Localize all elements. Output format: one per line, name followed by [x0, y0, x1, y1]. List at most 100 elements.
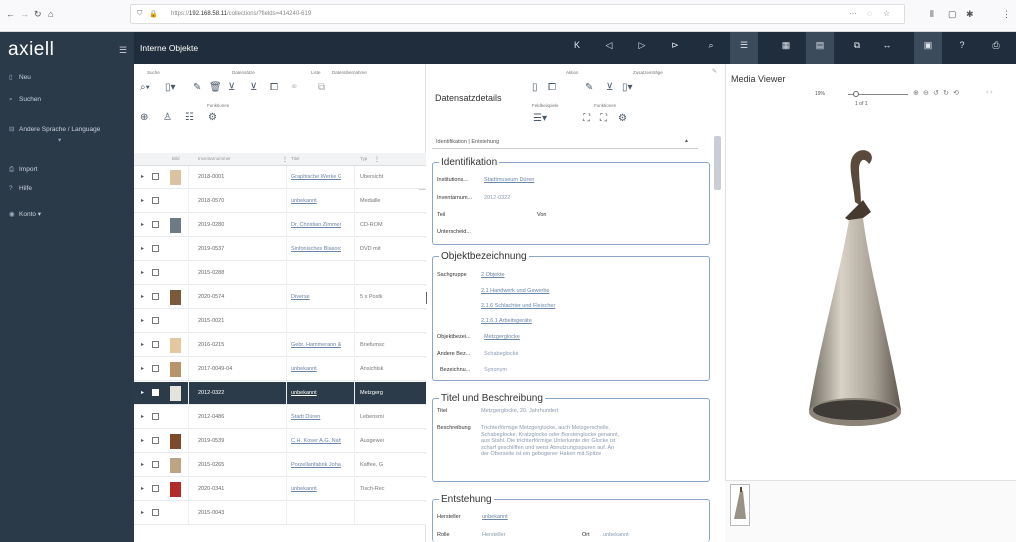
search-dropdown-icon[interactable]: ⌕▾	[140, 82, 150, 93]
row-thumbnail[interactable]	[170, 170, 181, 185]
previous-record-icon[interactable]: ◁	[598, 40, 620, 51]
library-icon[interactable]: ⫴	[930, 9, 934, 20]
search-icon[interactable]: ⌕	[700, 40, 722, 51]
table-row[interactable]: ▸ 2017-0049-04 unbekannt Ansichtsk	[134, 358, 426, 381]
table-row[interactable]: ▸ 2018-0570 unbekannt Medaille	[134, 190, 426, 213]
sidebar-item-import[interactable]: ⎙ Import	[9, 166, 37, 174]
row-title-link[interactable]: unbekannt	[291, 486, 341, 492]
row-title-link[interactable]: unbekannt	[291, 366, 341, 372]
manufacturer-value[interactable]: unbekannt	[482, 514, 508, 520]
role-value[interactable]: Hersteller	[482, 532, 506, 538]
detail-view-icon[interactable]: ▤	[806, 32, 834, 64]
hierarchy-icon[interactable]: ⧉	[318, 82, 325, 93]
sidebar-toggle-icon[interactable]: ▢	[948, 9, 957, 20]
functions-icon[interactable]: ⚙	[208, 112, 217, 123]
subject-group-value-2[interactable]: 2.1 Handwerk und Gewerbe	[481, 288, 549, 294]
expand-row-icon[interactable]: ▸	[141, 461, 144, 468]
row-thumbnail[interactable]	[170, 458, 181, 473]
table-row[interactable]: ▸ 2015-0288	[134, 262, 426, 285]
zoom-slider-handle[interactable]	[853, 91, 859, 97]
grid-view-icon[interactable]: ▦	[775, 40, 797, 51]
expand-row-icon[interactable]: ▸	[141, 317, 144, 324]
expand-row-icon[interactable]: ▸	[141, 437, 144, 444]
reset-icon[interactable]: ⟲	[953, 89, 959, 97]
hierarchy-icon[interactable]: ⧉	[846, 40, 868, 51]
row-title-link[interactable]: Graphische Werke G. Kü	[291, 174, 341, 180]
expand-row-icon[interactable]: ▸	[141, 269, 144, 276]
table-row[interactable]: ▸ 2012-0486 Stadt Düren Lebensmi	[134, 406, 426, 429]
row-checkbox[interactable]	[152, 389, 159, 396]
metzgerglocke-image[interactable]	[805, 148, 905, 448]
sidebar-item-search[interactable]: ⌕ Suchen	[9, 96, 41, 104]
row-thumbnail[interactable]	[170, 482, 181, 497]
zoom-out-icon[interactable]: ⊖	[923, 89, 929, 97]
menu-icon[interactable]: ⋮	[1002, 9, 1011, 20]
field-list-icon[interactable]: ☰▾	[533, 113, 547, 124]
expand-row-icon[interactable]: ▸	[141, 221, 144, 228]
collapse-fields-icon[interactable]: ⛶	[600, 113, 607, 124]
row-thumbnail[interactable]	[170, 386, 181, 401]
back-icon[interactable]: ←	[6, 9, 15, 19]
list-settings-icon[interactable]: ☷	[185, 112, 194, 123]
row-checkbox[interactable]	[152, 365, 159, 372]
new-dropdown-icon[interactable]: ▯▾	[622, 82, 633, 93]
row-checkbox[interactable]	[152, 461, 159, 468]
row-thumbnail[interactable]	[170, 290, 181, 305]
row-checkbox[interactable]	[152, 293, 159, 300]
column-image[interactable]: Bild	[172, 156, 180, 161]
expand-row-icon[interactable]: ▸	[141, 173, 144, 180]
table-row[interactable]: ▸ 2020-0574 Diverse 5 x Postk	[134, 286, 426, 309]
subject-group-value-1[interactable]: 2 Objekte	[481, 272, 505, 278]
table-row[interactable]: ▸ 2016-0215 Gebr. Hammerann & Cie. Briefums…	[134, 334, 426, 357]
row-checkbox[interactable]	[152, 485, 159, 492]
row-checkbox[interactable]	[152, 173, 159, 180]
home-icon[interactable]: ⌂	[48, 9, 53, 19]
more-icon[interactable]: ‹ ›	[986, 89, 993, 96]
new-record-icon[interactable]: ▯▾	[165, 82, 176, 93]
table-row[interactable]: ▸ 2019-0280 Dr. Christian Zimmer, Fo CD-ROM	[134, 214, 426, 237]
edit-icon[interactable]: ✎	[585, 82, 593, 93]
table-row[interactable]: ▸ 2018-0001 Graphische Werke G. Kü Übersich…	[134, 166, 426, 189]
rotate-left-icon[interactable]: ↺	[933, 89, 939, 97]
column-type[interactable]: Typ	[360, 156, 367, 161]
expand-row-icon[interactable]: ▸	[141, 485, 144, 492]
functions-icon[interactable]: ⚙	[618, 113, 627, 124]
expand-row-icon[interactable]: ▸	[141, 509, 144, 516]
expand-row-icon[interactable]: ▸	[141, 341, 144, 348]
zoom-icon[interactable]: ⊕	[140, 112, 148, 123]
row-title-link[interactable]: Porzellanfabrik Johann W	[291, 462, 341, 468]
media-view-icon[interactable]: ▣	[914, 32, 942, 64]
zoom-in-icon[interactable]: ⊕	[913, 89, 919, 97]
column-options-icon[interactable]: ⋮	[374, 156, 380, 163]
row-title-link[interactable]: Diverse	[291, 294, 341, 300]
link-icon[interactable]: ⚭	[290, 82, 298, 93]
row-title-link[interactable]: unbekannt	[291, 390, 341, 396]
cart-add-icon[interactable]: ⊻	[228, 82, 235, 93]
reload-icon[interactable]: ↻	[34, 9, 42, 20]
group-icon[interactable]: ♙	[163, 112, 172, 123]
place-value[interactable]: unbekannt	[603, 532, 629, 538]
tab-selector[interactable]: Identifikation | Entstehung ▲	[432, 135, 698, 149]
institution-value[interactable]: Stadtmuseum Düren	[484, 177, 534, 183]
forward-icon[interactable]: →	[20, 9, 29, 19]
column-inventory-number[interactable]: Inventarnummer	[198, 156, 231, 161]
row-checkbox[interactable]	[152, 413, 159, 420]
expand-row-icon[interactable]: ▸	[141, 365, 144, 372]
name-type-value[interactable]: Synonym	[484, 367, 507, 373]
duplicate-icon[interactable]: ⧠	[548, 82, 556, 93]
bookmark-star-icon[interactable]: ☆	[883, 9, 890, 18]
edit-icon[interactable]: ✎	[193, 82, 201, 93]
row-checkbox[interactable]	[152, 197, 159, 204]
sidebar-item-new[interactable]: ▯ Neu	[9, 73, 31, 81]
table-row[interactable]: ▸ 2012-0322 unbekannt Metzgerg	[134, 382, 426, 405]
row-thumbnail[interactable]	[170, 362, 181, 377]
table-row[interactable]: ▸ 2015-0043	[134, 502, 426, 525]
list-view-icon[interactable]: ☰	[730, 32, 758, 64]
first-record-icon[interactable]: K	[566, 40, 588, 50]
edit-layout-icon[interactable]: ✎	[712, 68, 717, 75]
column-title[interactable]: Titel	[291, 156, 299, 161]
row-checkbox[interactable]	[152, 245, 159, 252]
details-scrollbar[interactable]	[714, 136, 721, 190]
description-value[interactable]: Trichterförmige Metzgerglocke, auch Metz…	[481, 425, 621, 458]
row-checkbox[interactable]	[152, 437, 159, 444]
